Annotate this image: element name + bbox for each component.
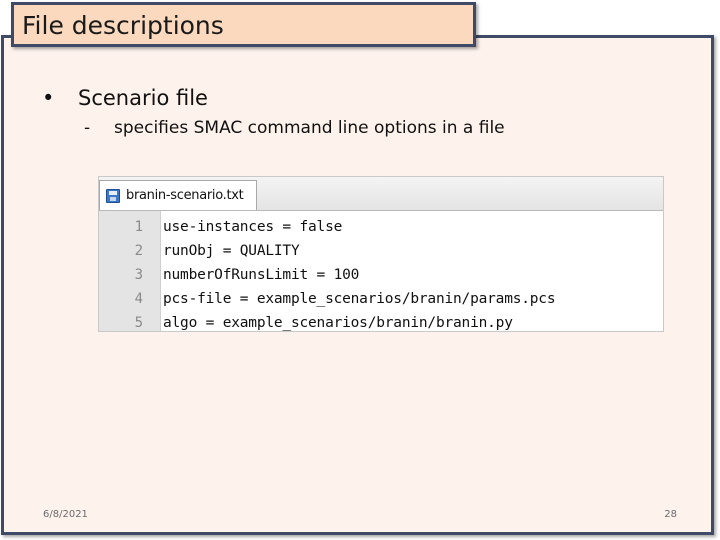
sub-bullet-marker: - (84, 118, 91, 138)
bullet-marker: • (42, 86, 55, 110)
editor-tab-bar: branin-scenario.txt (99, 177, 663, 211)
line-number: 5 (134, 315, 143, 331)
title-panel: File descriptions (11, 2, 476, 47)
line-number: 3 (134, 267, 143, 283)
sub-bullet-item: - specifies SMAC command line options in … (84, 116, 505, 140)
editor-tab[interactable]: branin-scenario.txt (99, 180, 257, 210)
code-line: pcs-file = example_scenarios/branin/para… (163, 291, 556, 307)
footer-date: 6/8/2021 (43, 509, 88, 520)
line-number: 1 (134, 219, 143, 235)
bullet-item: • Scenario file (42, 84, 208, 112)
bullet-text: Scenario file (78, 86, 208, 110)
code-line: algo = example_scenarios/branin/branin.p… (163, 315, 513, 331)
code-line: runObj = QUALITY (163, 243, 300, 259)
editor-tab-label: branin-scenario.txt (126, 188, 244, 203)
line-number: 4 (134, 291, 143, 307)
floppy-disk-icon (106, 188, 120, 203)
slide-title: File descriptions (22, 11, 224, 40)
editor-screenshot: branin-scenario.txt 1 2 3 4 5 use-instan… (98, 176, 664, 332)
sub-bullet-text: specifies SMAC command line options in a… (114, 118, 505, 138)
page-number: 28 (664, 509, 677, 520)
code-text-area[interactable]: use-instances = false runObj = QUALITY n… (161, 211, 663, 331)
code-line: use-instances = false (163, 219, 343, 235)
line-number: 2 (134, 243, 143, 259)
code-line: numberOfRunsLimit = 100 (163, 267, 360, 283)
line-number-gutter: 1 2 3 4 5 (99, 211, 161, 331)
slide: File descriptions • Scenario file - specif… (0, 0, 720, 540)
